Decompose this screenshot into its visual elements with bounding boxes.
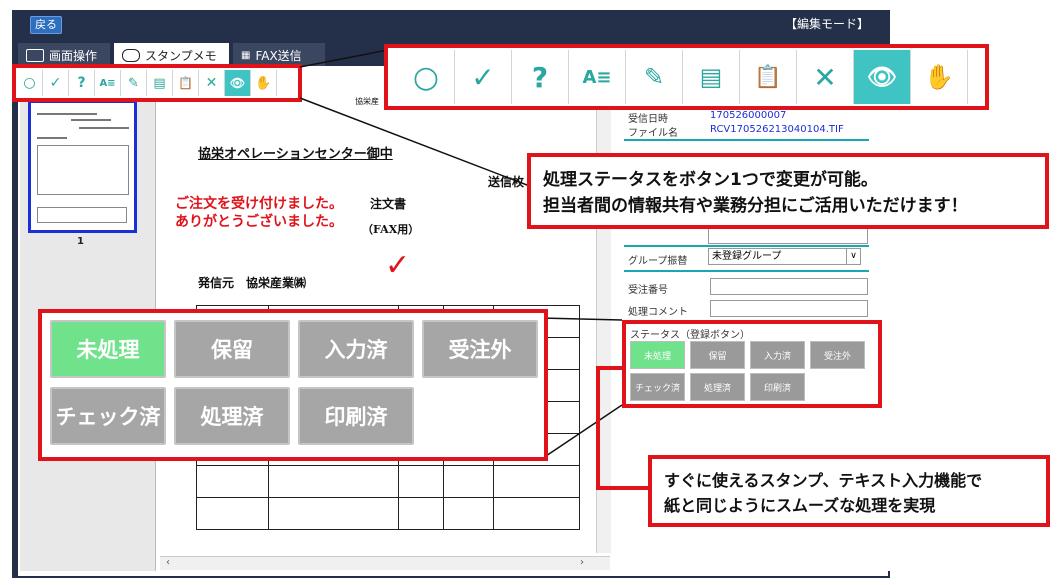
status-button-checked[interactable]: チェック済 — [630, 373, 685, 401]
big-status-out-of-scope: 受注外 — [422, 320, 538, 378]
order-number-input[interactable] — [710, 278, 868, 295]
fax-icon: ▦ — [241, 49, 251, 61]
group-select-value: 未登録グループ — [712, 251, 782, 262]
page-thumbnail[interactable] — [28, 100, 137, 233]
doc-header-fragment: 協栄産 — [355, 97, 379, 106]
stamp-toolbar-small: ○ ✓ ? A≡ ✎ ▤ 📋 ✕ 👁 ✋ — [17, 70, 277, 96]
hand-icon[interactable]: ✋ — [251, 70, 277, 96]
stamp-callout-line1: すぐに使えるスタンプ、テキスト入力機能で — [664, 471, 983, 490]
received-stamp-line1: ご注文を受け付けました。 — [175, 196, 343, 212]
clipboard-icon: 📋 — [740, 50, 797, 104]
scroll-right-icon[interactable]: › — [580, 557, 584, 568]
big-status-unprocessed: 未処理 — [50, 320, 166, 378]
check-icon[interactable]: ✓ — [43, 70, 69, 96]
circle-icon: ○ — [398, 50, 455, 104]
big-status-on-hold: 保留 — [174, 320, 290, 378]
cross-icon[interactable]: ✕ — [199, 70, 225, 96]
back-button[interactable]: 戻る — [30, 16, 62, 34]
eye-icon[interactable]: 👁 — [225, 70, 251, 96]
status-button-on-hold[interactable]: 保留 — [690, 341, 745, 369]
big-status-checked: チェック済 — [50, 387, 166, 445]
text-icon: A≡ — [569, 50, 626, 104]
group-label: グループ振替 — [628, 256, 688, 267]
stamp-callout: すぐに使えるスタンプ、テキスト入力機能で 紙と同じようにスムーズな処理を実現 — [648, 455, 1050, 527]
status-callout-line1: 処理ステータスをボタン1つで変更が可能。 — [543, 170, 878, 190]
big-status-processed: 処理済 — [174, 387, 290, 445]
received-stamp-line2: ありがとうございました。 — [175, 214, 343, 230]
big-status-printed: 印刷済 — [298, 387, 414, 445]
received-datetime-label: 受信日時 — [628, 114, 668, 125]
question-icon[interactable]: ? — [69, 70, 95, 96]
status-callout-line2: 担当者間の情報共有や業務分担にご活用いただけます！ — [543, 196, 968, 216]
divider — [624, 139, 869, 141]
question-icon: ? — [512, 50, 569, 104]
doc-fax-label: （FAX用） — [362, 223, 420, 236]
status-button-printed[interactable]: 印刷済 — [750, 373, 805, 401]
scroll-left-icon[interactable]: ‹ — [166, 557, 170, 568]
tab-label: 画面操作 — [49, 48, 98, 63]
tab-label: スタンプメモ — [145, 48, 217, 63]
horizontal-scrollbar[interactable]: ‹ › — [160, 556, 610, 570]
page-number: 1 — [77, 236, 84, 247]
check-stamp: ✓ — [385, 248, 411, 283]
group-select[interactable]: 未登録グループ ∨ — [708, 248, 861, 265]
chevron-down-icon[interactable]: ∨ — [846, 249, 860, 264]
order-number-label: 受注番号 — [628, 285, 668, 296]
pen-icon: ✎ — [626, 50, 683, 104]
filename-label: ファイル名 — [628, 128, 678, 139]
hand-icon: ✋ — [911, 50, 968, 104]
received-datetime-value: 170526000007 — [710, 110, 787, 121]
comment-input[interactable] — [710, 300, 868, 317]
chat-icon — [122, 48, 140, 62]
document-icon[interactable]: ▤ — [147, 70, 173, 96]
status-callout: 処理ステータスをボタン1つで変更が可能。 担当者間の情報共有や業務分担にご活用い… — [527, 153, 1049, 229]
monitor-icon — [26, 48, 44, 62]
big-status-entered: 入力済 — [298, 320, 414, 378]
eye-icon: 👁 — [854, 50, 911, 104]
stamp-toolbar-large: ○ ✓ ? A≡ ✎ ▤ 📋 ✕ 👁 ✋ — [398, 50, 968, 104]
filename-value: RCV170526213040104.TIF — [710, 124, 844, 135]
stamp-callout-line2: 紙と同じようにスムーズな処理を実現 — [664, 496, 936, 515]
cross-icon: ✕ — [797, 50, 854, 104]
status-button-out-of-scope[interactable]: 受注外 — [810, 341, 865, 369]
document-icon: ▤ — [683, 50, 740, 104]
clipboard-icon[interactable]: 📋 — [173, 70, 199, 96]
tab-label: FAX送信 — [255, 48, 302, 63]
status-button-processed[interactable]: 処理済 — [690, 373, 745, 401]
divider — [624, 245, 869, 247]
pen-icon[interactable]: ✎ — [121, 70, 147, 96]
mode-indicator: 【編集モード】 — [785, 17, 870, 31]
doc-recipient: 協栄オペレーションセンター御中 — [198, 147, 393, 162]
status-button-unprocessed[interactable]: 未処理 — [630, 341, 685, 369]
doc-sender-count-label: 送信枚 — [488, 175, 525, 189]
text-icon[interactable]: A≡ — [95, 70, 121, 96]
circle-icon[interactable]: ○ — [17, 70, 43, 96]
check-icon: ✓ — [455, 50, 512, 104]
comment-label: 処理コメント — [628, 307, 688, 318]
doc-order-title: 注文書 — [370, 197, 407, 211]
text-field[interactable] — [708, 228, 868, 244]
status-button-entered[interactable]: 入力済 — [750, 341, 805, 369]
doc-origin: 発信元 協栄産業㈱ — [198, 276, 307, 290]
divider — [624, 270, 869, 272]
